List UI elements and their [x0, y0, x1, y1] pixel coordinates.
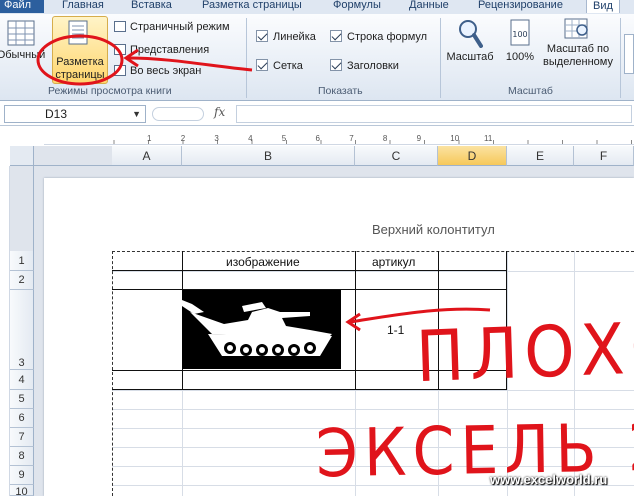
watermark-url: www.excelworld.ru — [490, 472, 608, 487]
annotation-circle — [36, 34, 124, 86]
annotation-arrow-ribbon — [127, 56, 253, 72]
handwritten-text-bad: ПЛОХО — [414, 307, 634, 399]
